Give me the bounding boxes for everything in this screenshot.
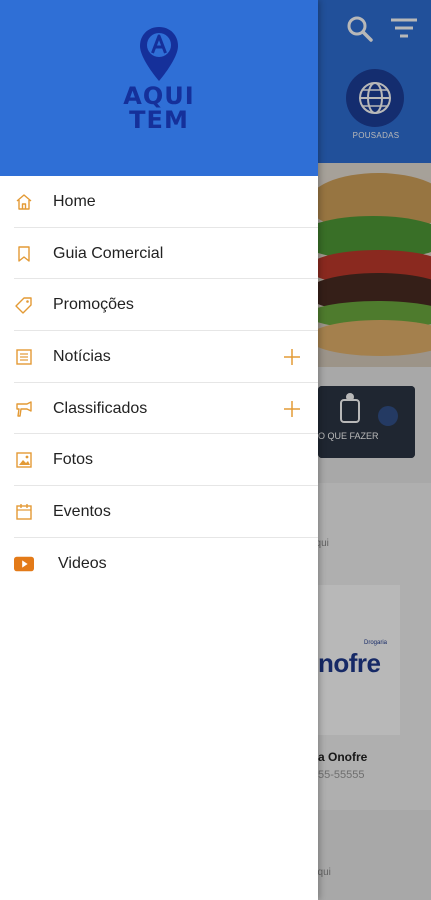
tag-icon <box>14 295 34 315</box>
menu-label-classificados: Classificados <box>53 399 148 417</box>
youtube-icon <box>14 554 34 574</box>
app-logo-text: AQUI TEM <box>109 84 209 132</box>
menu-item-promocoes[interactable]: Promoções <box>0 279 318 332</box>
menu-item-classificados[interactable]: Classificados <box>0 383 318 435</box>
menu-label-noticias: Notícias <box>53 347 111 365</box>
menu-item-noticias[interactable]: Notícias <box>0 331 318 383</box>
map-pin-logo-icon <box>138 25 180 83</box>
drawer-header: AQUI TEM <box>0 0 318 176</box>
menu-label-home: Home <box>53 192 96 210</box>
menu-label-eventos: Eventos <box>53 502 111 520</box>
home-icon <box>14 192 34 212</box>
logo-line-2: TEM <box>129 106 189 134</box>
megaphone-icon <box>14 399 34 419</box>
navigation-drawer: AQUI TEM Home Guia Comercial Promoções N… <box>0 0 318 900</box>
expand-plus-icon[interactable] <box>282 347 302 367</box>
menu-item-guia-comercial[interactable]: Guia Comercial <box>0 228 318 280</box>
menu-item-fotos[interactable]: Fotos <box>0 434 318 487</box>
menu-label-videos: Videos <box>58 554 107 572</box>
newspaper-icon <box>14 347 34 367</box>
menu-item-home[interactable]: Home <box>0 176 318 228</box>
menu-label-guia-comercial: Guia Comercial <box>53 244 164 262</box>
menu-label-fotos: Fotos <box>53 451 94 469</box>
photo-icon <box>14 450 34 470</box>
menu-label-promocoes: Promoções <box>53 296 134 314</box>
drawer-menu: Home Guia Comercial Promoções Notícias C… <box>0 176 318 590</box>
expand-plus-icon[interactable] <box>282 399 302 419</box>
calendar-icon <box>14 502 34 522</box>
bookmark-icon <box>14 244 34 264</box>
menu-item-videos[interactable]: Videos <box>0 538 318 590</box>
menu-item-eventos[interactable]: Eventos <box>0 486 318 538</box>
logo-line-1: AQUI <box>123 82 195 110</box>
